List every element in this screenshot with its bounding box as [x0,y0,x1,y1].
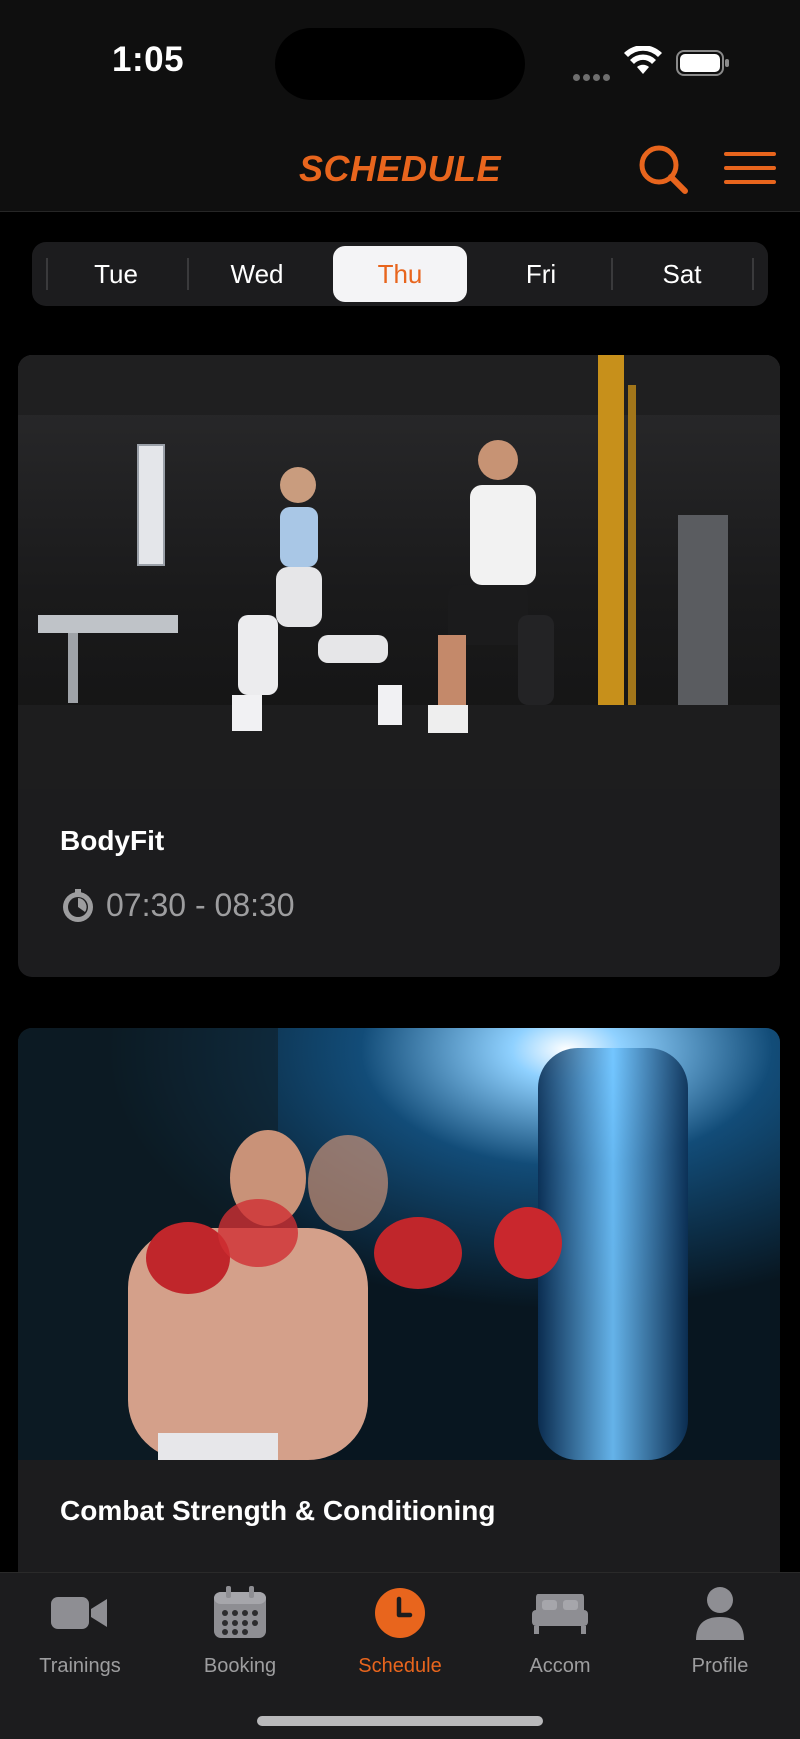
tab-schedule[interactable]: Schedule [320,1583,480,1693]
calendar-icon [214,1586,266,1638]
boxer-punching-bag-photo [18,1028,780,1460]
status-bar: 1:05 [0,0,800,120]
tab-label: Accom [529,1655,591,1677]
tab-label: Booking [203,1655,277,1677]
tab-divider [46,258,48,290]
day-tab-fri[interactable]: Fri [474,246,608,302]
tab-trainings[interactable]: Trainings [0,1583,160,1693]
app-header: SCHEDULE [0,120,800,212]
day-tab-sat[interactable]: Sat [615,246,749,302]
tab-label: Schedule [358,1655,442,1677]
tab-divider [752,258,754,290]
status-time: 1:05 [112,40,185,79]
dynamic-island [275,28,525,100]
hamburger-menu-icon[interactable] [724,150,776,186]
battery-icon [676,50,729,76]
person-icon [696,1587,744,1640]
tab-accom[interactable]: Accom [480,1583,640,1693]
bottom-tab-bar: Trainings Booking Schedule Accom Profile [0,1572,800,1739]
bed-icon [532,1594,588,1634]
tab-label: Profile [691,1655,749,1677]
home-indicator [257,1716,543,1726]
day-tab-tue[interactable]: Tue [49,246,183,302]
search-icon[interactable] [636,142,690,196]
clock-icon [375,1588,425,1638]
tab-divider [611,258,613,290]
class-title: BodyFit [60,825,165,856]
timer-icon [63,888,93,922]
day-tab-wed[interactable]: Wed [190,246,324,302]
cellular-signal-icon [573,68,613,81]
video-camera-icon [51,1597,107,1629]
tab-label: Trainings [39,1655,121,1677]
tab-profile[interactable]: Profile [640,1583,800,1693]
tab-booking[interactable]: Booking [160,1583,320,1693]
day-selector: Tue Wed Thu Fri Sat [32,242,768,306]
class-card-bodyfit[interactable]: BodyFit 07:30 - 08:30 [18,355,780,977]
class-time-text: 07:30 - 08:30 [106,887,295,923]
wifi-icon [624,46,662,74]
schedule-screen: 1:05 SCHEDULE Tue Wed Thu Fri Sat BodyFi… [0,0,800,1739]
gym-lunge-couple-photo [18,355,780,789]
class-time: 07:30 - 08:30 [60,887,295,924]
class-card-combat[interactable]: Combat Strength & Conditioning [18,1028,780,1588]
class-title: Combat Strength & Conditioning [60,1495,496,1526]
tab-divider [187,258,189,290]
day-tab-thu[interactable]: Thu [333,246,467,302]
